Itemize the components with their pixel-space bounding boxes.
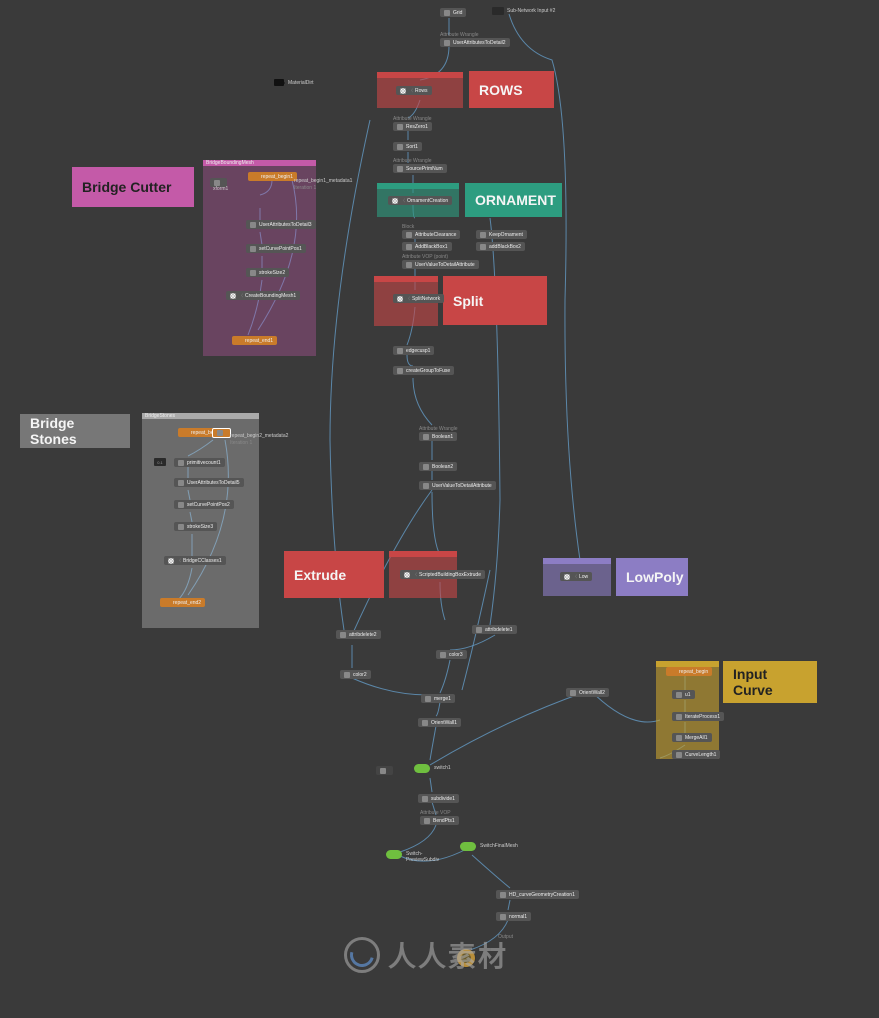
node-uva-bool[interactable]: UserValueToDetailAttribute — [419, 481, 496, 490]
node-uva2detail5[interactable]: UserAttributesToDetail5 — [174, 478, 244, 487]
node-hdcurve[interactable]: HD_curveGeometryCreation1 — [496, 890, 579, 899]
node-attribdelete2[interactable]: attribdelete2 — [336, 630, 381, 639]
switch-preview[interactable]: Switch-PreviewSubdiv — [386, 850, 402, 859]
annotation-input-curve: Input Curve — [723, 661, 817, 703]
annotation-lowpoly: LowPoly — [616, 558, 688, 596]
node-bendpts1[interactable]: BendPts1 — [420, 816, 459, 825]
node-curve-repeat-begin[interactable]: repeat_begin — [666, 667, 712, 676]
node-rb2-meta-box[interactable] — [212, 428, 231, 438]
label-rb1-meta: repeat_begin1_metadata1 — [294, 178, 352, 184]
node-color2[interactable]: color2 — [340, 670, 371, 679]
node-low[interactable]: 〈Low — [560, 572, 592, 581]
node-addblock1[interactable]: AddBlackBox1 — [402, 242, 452, 251]
node-boolean1[interactable]: Boolean1 — [419, 432, 457, 441]
node-grid[interactable]: Grid — [440, 8, 466, 17]
node-normal1[interactable]: normal1 — [496, 912, 531, 921]
node-keep-ornament[interactable]: KeepOrnament — [476, 230, 527, 239]
node-color3[interactable]: color3 — [436, 650, 467, 659]
watermark: 人人素材 — [344, 935, 508, 975]
watermark-text: 人人素材 — [388, 935, 508, 975]
watermark-logo-icon — [344, 937, 380, 973]
node-user-attr-detail[interactable]: UserAttributesToDetail2 — [440, 38, 510, 47]
label-xform1: xform1 — [213, 186, 228, 192]
node-repeat-end2[interactable]: repeat_end2 — [160, 598, 205, 607]
label-rb2-meta: repeat_begin2_metadata2 — [230, 433, 288, 439]
node-boolean2[interactable]: Boolean2 — [419, 462, 457, 471]
node-curve-length[interactable]: CurveLength1 — [672, 750, 720, 759]
annotation-bridge-cutter: Bridge Cutter — [72, 167, 194, 207]
node-scripted-bbox-extrude[interactable]: 〈ScriptedBuildingBoxExtrude — [400, 570, 485, 579]
switch-final[interactable]: SwitchFinalMesh — [460, 842, 476, 851]
node-primcount1[interactable]: primitivecount1 — [174, 458, 225, 467]
node-strokesize2[interactable]: strokeSize2 — [246, 268, 289, 277]
node-sort1[interactable]: Sort1 — [393, 142, 422, 151]
node-uva-orn[interactable]: UserValueToDetailAttribute — [402, 260, 479, 269]
node-attribdelete1[interactable]: attribdelete1 — [472, 625, 517, 634]
node-subdivide1[interactable]: subdivide1 — [418, 794, 459, 803]
node-merge1[interactable]: merge1 — [421, 694, 455, 703]
node-curve-merge[interactable]: MergeAll1 — [672, 733, 712, 742]
netbox-title: BridgeStones — [142, 413, 178, 419]
node-create-group-fuse[interactable]: createGroupToFuse — [393, 366, 454, 375]
camera-icon[interactable] — [274, 79, 284, 86]
node-resize[interactable]: ResZero1 — [393, 122, 432, 131]
annotation-rows: ROWS — [469, 71, 554, 108]
switch-switch1[interactable]: switch1 — [414, 764, 430, 773]
node-curve-u1[interactable]: u1 — [672, 690, 695, 699]
node-setcurvepoint1[interactable]: setCurvePointPos1 — [246, 244, 306, 253]
node-strokesize3[interactable]: strokeSize3 — [174, 522, 217, 531]
node-source-prim[interactable]: SourcePrimNum — [393, 164, 447, 173]
node-repeat-begin1[interactable]: repeat_begin1 — [248, 172, 297, 181]
node-rows[interactable]: 〈Rows — [396, 86, 432, 95]
sticker-sub-input[interactable] — [492, 7, 504, 15]
node-split-network[interactable]: 〈SplitNetwork — [393, 294, 444, 303]
annotation-ornament: ORNAMENT — [465, 183, 562, 217]
node-attr-clear[interactable]: AttributeClearance — [402, 230, 460, 239]
label-rb2-iter: Iteration 1 — [230, 440, 252, 446]
node-repeat-end1[interactable]: repeat_end1 — [232, 336, 277, 345]
node-setcurvepoint2[interactable]: setCurvePointPos2 — [174, 500, 234, 509]
label-camera: MaterialDirt — [288, 80, 314, 86]
node-orientwall2[interactable]: OrientWall2 — [566, 688, 609, 697]
label-rb1-iter: Iteration 1 — [294, 185, 316, 191]
node-switch1[interactable] — [376, 766, 393, 775]
node-orientwall1[interactable]: OrientWall1 — [418, 718, 461, 727]
annotation-bridge-stones: Bridge Stones — [20, 414, 130, 448]
sticker-0-1: 0.1 — [154, 458, 166, 466]
label-sub-input: Sub-Network Input #2 — [507, 8, 555, 14]
node-uva2detail3[interactable]: UserAttributesToDetail3 — [246, 220, 316, 229]
connection-wires — [0, 0, 879, 1018]
annotation-extrude: Extrude — [284, 551, 384, 598]
node-edgecusp[interactable]: edgecusp1 — [393, 346, 434, 355]
node-curve-iterprocess[interactable]: IterateProcess1 — [672, 712, 724, 721]
node-bridge-classes[interactable]: 〈BridgeCClasses1 — [164, 556, 226, 565]
node-ornament-creation[interactable]: 〈OrnamentCreation — [388, 196, 452, 205]
node-create-bb-mesh[interactable]: 〈CreateBoundingMesh1 — [226, 291, 300, 300]
annotation-split: Split — [443, 276, 547, 325]
node-addblock2[interactable]: addBlackBox2 — [476, 242, 525, 251]
netbox-title: BridgeBoundingMesh — [203, 160, 257, 166]
